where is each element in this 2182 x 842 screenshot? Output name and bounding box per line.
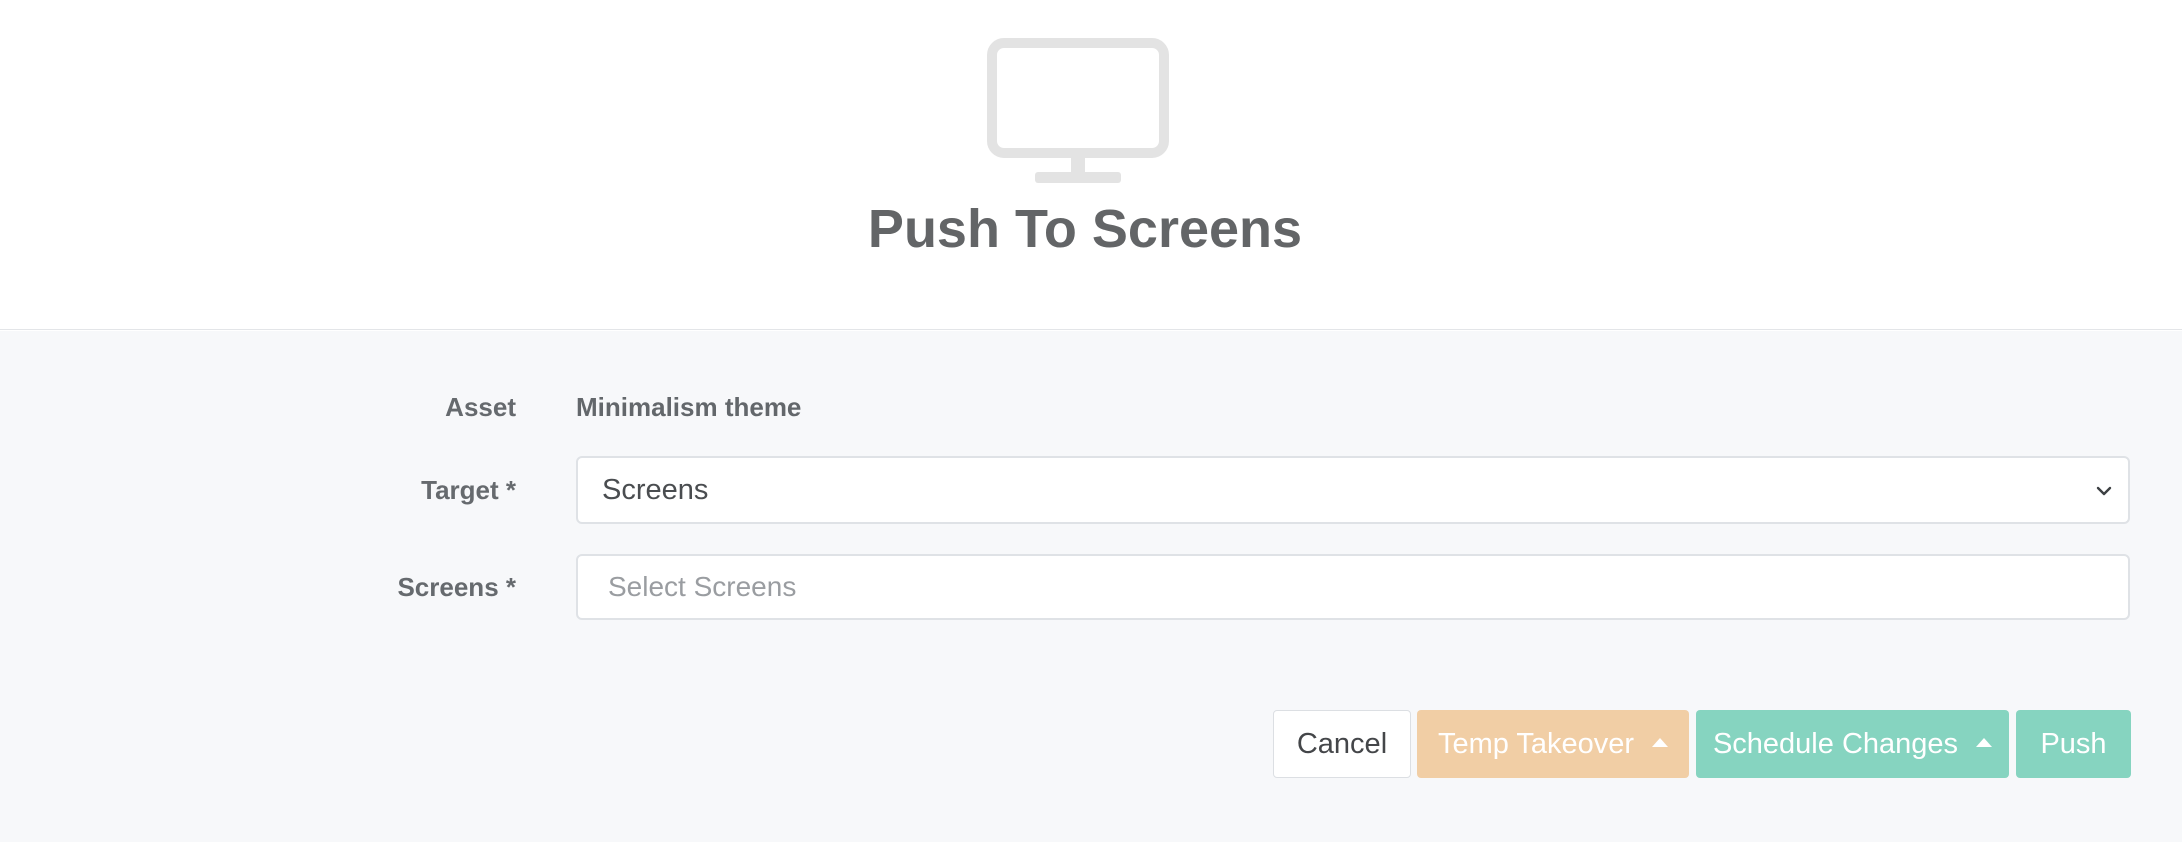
monitor-icon (987, 38, 1169, 183)
schedule-changes-label: Schedule Changes (1712, 727, 1959, 760)
temp-takeover-button[interactable]: Temp Takeover (1417, 710, 1689, 778)
schedule-changes-button[interactable]: Schedule Changes (1696, 710, 2009, 778)
target-select[interactable]: Screens (576, 456, 2130, 524)
modal-header: Push To Screens (0, 0, 2182, 330)
screens-placeholder: Select Screens (608, 571, 797, 602)
page-title: Push To Screens (867, 199, 1303, 259)
push-button-label: Push (2040, 727, 2107, 760)
asset-value: Minimalism theme (576, 392, 802, 422)
asset-label: Asset (445, 392, 516, 422)
screens-select-input[interactable]: Select Screens (576, 554, 2130, 620)
temp-takeover-label: Temp Takeover (1437, 727, 1635, 760)
cancel-button-label: Cancel (1296, 727, 1388, 760)
push-button[interactable]: Push (2016, 710, 2131, 778)
target-select-value: Screens (602, 473, 709, 506)
target-label: Target * (421, 475, 516, 505)
screens-label: Screens * (397, 572, 516, 602)
chevron-down-icon (2096, 486, 2112, 496)
cancel-button[interactable]: Cancel (1273, 710, 1411, 778)
caret-up-icon (1976, 737, 1993, 747)
caret-up-icon (1652, 737, 1669, 747)
